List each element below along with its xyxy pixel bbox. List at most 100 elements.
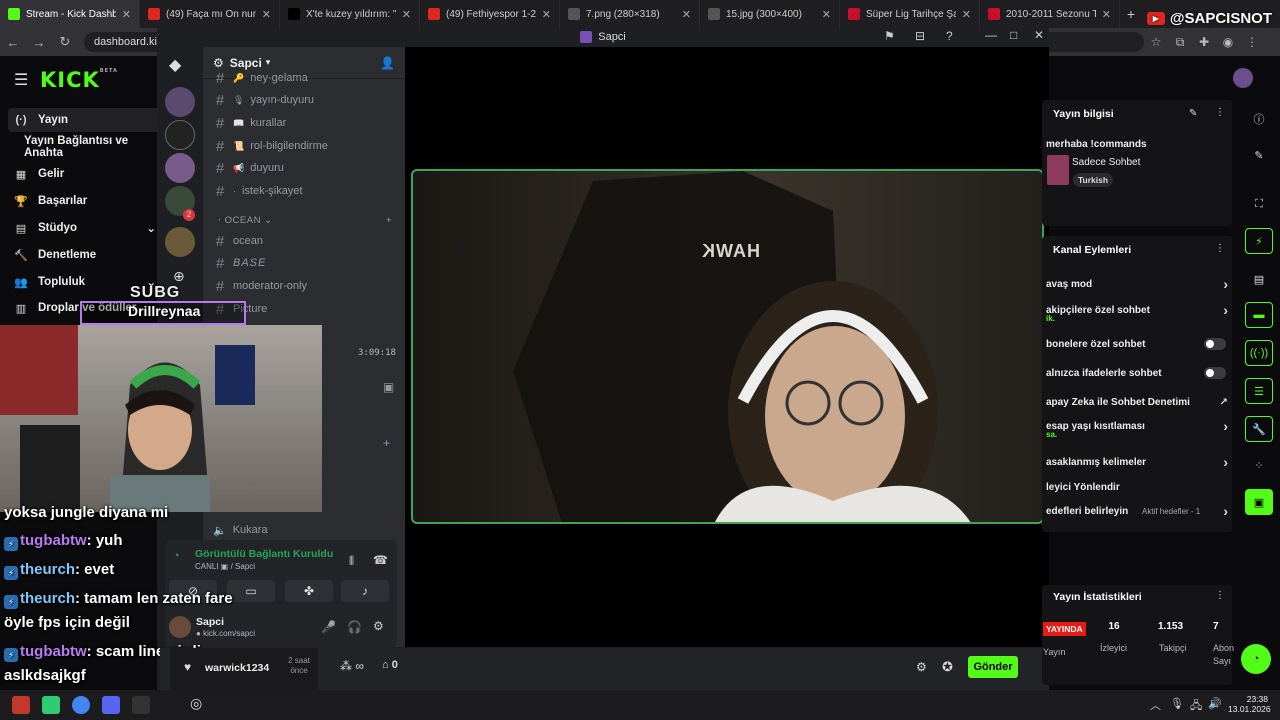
browser-tab[interactable]: X'te kuzey yıldırım: "@bar ✕ xyxy=(280,0,420,28)
participant-video[interactable]: HAWK xyxy=(411,169,1044,524)
fullscreen-icon[interactable]: ⛶ xyxy=(1245,191,1273,217)
browser-tab[interactable]: Stream - Kick Dashboard ✕ xyxy=(0,0,140,28)
inbox-icon[interactable]: ⊟ xyxy=(915,29,925,43)
info-icon[interactable]: ⓘ xyxy=(1245,106,1273,132)
tray-chevron-icon[interactable]: ︿ xyxy=(1150,697,1161,713)
account-avatar[interactable] xyxy=(1233,68,1253,88)
close-tab-icon[interactable]: ✕ xyxy=(682,8,691,21)
more-options-icon[interactable]: ⋮ xyxy=(1215,107,1225,118)
maximize-button[interactable]: □ xyxy=(1010,28,1017,42)
server-icon[interactable] xyxy=(165,153,195,183)
emote-icon[interactable]: ✪ xyxy=(942,659,953,675)
extension-icon[interactable]: ⧉ xyxy=(1168,35,1192,50)
kick-badge-icon[interactable]: ▣ xyxy=(1245,489,1273,515)
text-channel[interactable]: # 📜 rol-bilgilendirme xyxy=(213,136,397,156)
headphones-icon[interactable]: 🎧 xyxy=(347,620,362,634)
taskbar-obs-icon[interactable] xyxy=(132,696,150,714)
server-icon[interactable] xyxy=(165,87,195,117)
close-tab-icon[interactable]: ✕ xyxy=(122,8,131,21)
user-settings-icon[interactable]: ⚙ xyxy=(373,619,384,633)
menu-dots-icon[interactable]: ⋮ xyxy=(1240,35,1264,49)
taskbar-discord-icon[interactable] xyxy=(102,696,120,714)
toggle-switch[interactable] xyxy=(1204,367,1226,379)
new-tab-button[interactable]: + xyxy=(1120,6,1142,22)
taskbar-chrome-icon[interactable] xyxy=(72,696,90,714)
channel-action[interactable]: leyici Yönlendir xyxy=(1046,479,1236,495)
taskbar-app-icon[interactable]: ◎ xyxy=(190,695,202,712)
taskbar-app-icon[interactable] xyxy=(12,696,30,714)
channel-action[interactable]: apay Zeka ile Sohbet Denetimi ↗ xyxy=(1046,394,1236,410)
screen-share-button[interactable]: ▭ xyxy=(227,580,275,602)
minimize-button[interactable]: — xyxy=(985,28,997,42)
browser-tab[interactable]: Süper Lig Tarihçe Şampiy ✕ xyxy=(840,0,980,28)
noise-suppression-icon[interactable]: ⫴ xyxy=(349,554,354,569)
channel-action[interactable]: akipçilere özel sohbet ik. › xyxy=(1046,302,1236,323)
nav-item[interactable]: 🔨 Denetleme xyxy=(8,243,160,267)
close-tab-icon[interactable]: ✕ xyxy=(542,8,551,21)
browser-tab[interactable]: (49) Faça mı On numara m ✕ xyxy=(140,0,280,28)
pencil-icon[interactable]: ✎ xyxy=(1245,142,1273,168)
reload-icon[interactable]: ↻ xyxy=(52,34,78,50)
volume-icon[interactable]: 🔊 xyxy=(1208,697,1222,710)
nav-item[interactable]: ▦ Gelir xyxy=(8,162,160,186)
microphone-icon[interactable]: 🎤 xyxy=(321,620,336,634)
voice-channel[interactable]: 🔈 Kukara xyxy=(213,521,397,539)
back-icon[interactable]: ← xyxy=(0,35,26,50)
disconnect-icon[interactable]: ☎ xyxy=(373,553,388,567)
text-channel[interactable]: # 📢 duyuru xyxy=(213,158,397,178)
chat-bubble-icon[interactable]: ▬ xyxy=(1245,302,1273,328)
more-options-icon[interactable]: ⋮ xyxy=(1215,243,1225,254)
text-channel[interactable]: # 🔑 ney-gelama xyxy=(213,68,397,88)
text-channel[interactable]: # 🎙 yayın-duyuru xyxy=(213,90,397,110)
send-button[interactable]: Gönder xyxy=(968,656,1018,678)
close-tab-icon[interactable]: ✕ xyxy=(262,8,271,21)
taskbar-app-icon[interactable] xyxy=(42,696,60,714)
edit-icon[interactable]: ✎ xyxy=(1189,108,1197,119)
nav-item[interactable]: ▤ Stüdyo ⌄ xyxy=(8,216,160,240)
text-channel[interactable]: # ocean xyxy=(213,231,397,251)
close-tab-icon[interactable]: ✕ xyxy=(402,8,411,21)
lightning-icon[interactable]: ⚡ xyxy=(1245,228,1273,254)
category-header[interactable]: ⋅ OCEAN ⌄ + xyxy=(218,215,398,226)
settings-icon[interactable]: ⚙ xyxy=(916,660,927,674)
profile-icon[interactable]: ◉ xyxy=(1216,35,1240,49)
text-channel[interactable]: # · istek-şikayet xyxy=(213,181,397,201)
broadcast-icon[interactable]: ((·)) xyxy=(1245,340,1273,366)
toggle-switch[interactable] xyxy=(1204,338,1226,350)
user-avatar[interactable] xyxy=(169,616,191,638)
close-tab-icon[interactable]: ✕ xyxy=(1102,8,1111,21)
close-tab-icon[interactable]: ✕ xyxy=(962,8,971,21)
store-count[interactable]: ⌂ 0 xyxy=(382,659,398,671)
browser-tab[interactable]: 7.png (280×318) ✕ xyxy=(560,0,700,28)
channel-action[interactable]: avaş mod › xyxy=(1046,276,1236,292)
wrench-icon[interactable]: 🔧 xyxy=(1245,416,1273,442)
text-channel[interactable]: # 📖 kurallar xyxy=(213,113,397,133)
server-icon[interactable] xyxy=(165,227,195,257)
clock[interactable]: 23:38 13.01.2026 xyxy=(1228,694,1271,714)
add-icon[interactable]: + xyxy=(383,436,390,450)
close-tab-icon[interactable]: ✕ xyxy=(822,8,831,21)
channel-action[interactable]: alnızca ifadelerle sohbet xyxy=(1046,365,1236,381)
camera-icon[interactable]: ▣ xyxy=(383,380,394,394)
text-channel[interactable]: # moderator-only xyxy=(213,276,397,296)
channel-action[interactable]: esap yaşı kısıtlaması sa. › xyxy=(1046,418,1236,439)
connections-icon[interactable]: ⁂ ∞ xyxy=(340,659,364,673)
nav-item[interactable]: 🏆 Başarılar xyxy=(8,189,160,213)
soundboard-button[interactable]: ♪ xyxy=(341,580,389,602)
activities-button[interactable]: ✤ xyxy=(285,580,333,602)
support-chat-icon[interactable]: ◔ xyxy=(1241,644,1271,674)
server-icon[interactable] xyxy=(165,120,195,150)
document-icon[interactable]: ▤ xyxy=(1245,266,1273,292)
bookmark-star-icon[interactable]: ☆ xyxy=(1144,35,1168,49)
mic-tray-icon[interactable]: 🎙 xyxy=(1170,697,1184,710)
nav-item[interactable]: Yayın Bağlantısı ve Anahta xyxy=(8,135,160,159)
help-icon[interactable]: ? xyxy=(946,29,953,43)
browser-tab[interactable]: (49) Fethiyespor 1-2 Gala ✕ xyxy=(420,0,560,28)
browser-tab[interactable]: 15.jpg (300×400) ✕ xyxy=(700,0,840,28)
discord-home-icon[interactable]: ◆ xyxy=(169,55,181,75)
layout-icon[interactable]: ☰ xyxy=(1245,378,1273,404)
nav-item[interactable]: (·) Yayın xyxy=(8,108,160,132)
hamburger-menu-icon[interactable]: ☰ xyxy=(14,70,28,90)
forward-icon[interactable]: → xyxy=(26,35,52,50)
network-icon[interactable]: 🖧 xyxy=(1190,697,1202,716)
